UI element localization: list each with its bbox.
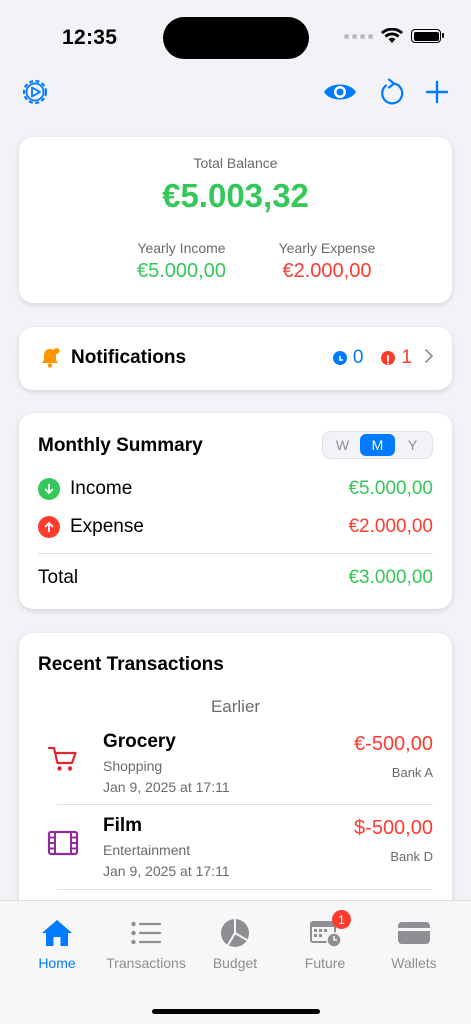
total-balance-value: €5.003,32 — [162, 177, 309, 214]
tab-label: Budget — [212, 955, 258, 971]
future-badge: 1 — [332, 910, 351, 929]
yearly-expense-value: €2.000,00 — [282, 260, 372, 282]
transaction-row[interactable]: Grocery Shopping Jan 9, 2025 at 17:11 €-… — [19, 731, 452, 815]
film-icon — [47, 830, 79, 856]
bell-icon — [42, 348, 60, 368]
divider — [57, 804, 433, 805]
arrow-down-icon — [38, 478, 60, 500]
cellular-signal-icon — [344, 33, 373, 39]
transaction-date: Jan 9, 2025 at 17:11 — [103, 863, 230, 879]
transaction-category: Shopping — [103, 758, 163, 774]
exclamation-icon — [381, 351, 396, 365]
balance-card: Total Balance €5.003,32 Yearly Income €5… — [19, 137, 452, 303]
yearly-income: Yearly Income €5.000,00 — [114, 240, 249, 283]
total-balance-label: Total Balance — [193, 155, 278, 171]
tab-budget[interactable]: Budget — [190, 915, 280, 971]
tab-label: Transactions — [106, 955, 186, 971]
transaction-name: Grocery — [103, 731, 176, 752]
income-label: Income — [70, 478, 133, 499]
transaction-row[interactable]: Film Entertainment Jan 9, 2025 at 17:11 … — [19, 815, 452, 899]
cart-icon — [47, 746, 77, 771]
status-bar: 12:35 — [0, 0, 471, 70]
expense-row: Expense €2.000,00 — [38, 516, 433, 538]
house-icon — [42, 920, 72, 946]
arrow-up-icon — [38, 516, 60, 538]
section-header: Earlier — [210, 697, 261, 716]
expense-label: Expense — [70, 516, 144, 537]
clock-icon — [332, 351, 347, 365]
plus-icon — [425, 80, 449, 104]
top-toolbar — [0, 75, 471, 115]
battery-icon — [411, 29, 444, 43]
divider — [38, 553, 433, 554]
pending-count: 0 — [352, 347, 364, 368]
chevron-right-icon — [424, 348, 434, 369]
tab-label: Future — [304, 955, 346, 971]
toggle-visibility-button[interactable] — [322, 80, 358, 104]
period-week-button[interactable]: W — [325, 434, 360, 456]
total-row: Total €3.000,00 — [38, 567, 433, 589]
summary-title: Monthly Summary — [38, 435, 203, 456]
total-value: €3.000,00 — [348, 567, 433, 588]
add-button[interactable] — [425, 80, 449, 104]
tab-label: Home — [38, 955, 76, 971]
tab-label: Wallets — [391, 955, 437, 971]
wifi-icon — [381, 28, 403, 43]
yearly-expense: Yearly Expense €2.000,00 — [252, 240, 402, 283]
income-row: Income €5.000,00 — [38, 478, 433, 500]
tab-bar: Home Transactions Budget 1 Future Wallet… — [0, 900, 471, 1024]
transaction-amount: $-500,00 — [354, 817, 433, 839]
status-indicators — [344, 28, 444, 44]
period-year-button[interactable]: Y — [395, 434, 430, 456]
divider — [57, 889, 433, 890]
refresh-button[interactable] — [379, 78, 405, 108]
tab-future[interactable]: 1 Future — [280, 910, 370, 971]
notification-counts: 0 1 — [332, 347, 434, 369]
recent-transactions-card: Recent Transactions Earlier Grocery Shop… — [19, 633, 452, 933]
list-icon — [131, 921, 162, 945]
transaction-amount: €-500,00 — [354, 733, 433, 755]
period-month-button[interactable]: M — [360, 434, 395, 456]
eye-icon — [324, 84, 356, 100]
notifications-title: Notifications — [71, 347, 187, 368]
gear-play-icon — [22, 79, 48, 105]
tab-wallets[interactable]: Wallets — [369, 915, 459, 971]
yearly-income-value: €5.000,00 — [137, 260, 226, 282]
expense-value: €2.000,00 — [348, 516, 433, 537]
wallet-icon — [398, 922, 430, 944]
tab-home[interactable]: Home — [12, 915, 102, 971]
recent-transactions-title: Recent Transactions — [38, 654, 224, 675]
refresh-icon — [381, 78, 404, 105]
transaction-account: Bank D — [390, 849, 433, 864]
total-label: Total — [38, 567, 79, 588]
tab-transactions[interactable]: Transactions — [101, 915, 191, 971]
home-indicator — [152, 1009, 320, 1014]
alert-count: 1 — [401, 347, 412, 368]
dynamic-island — [163, 17, 309, 59]
period-selector: W M Y — [322, 431, 433, 459]
pie-chart-icon — [221, 919, 249, 947]
status-time: 12:35 — [62, 26, 118, 49]
transaction-category: Entertainment — [103, 842, 191, 858]
transaction-date: Jan 9, 2025 at 17:11 — [103, 779, 230, 795]
income-value: €5.000,00 — [348, 478, 433, 499]
yearly-income-label: Yearly Income — [137, 240, 226, 256]
notifications-row[interactable]: Notifications 0 1 — [19, 327, 452, 390]
transaction-name: Film — [103, 815, 143, 836]
transaction-account: Bank A — [391, 765, 433, 780]
monthly-summary-card: Monthly Summary W M Y Income €5.000,00 E… — [19, 413, 452, 609]
settings-button[interactable] — [20, 77, 50, 107]
yearly-expense-label: Yearly Expense — [278, 240, 376, 256]
